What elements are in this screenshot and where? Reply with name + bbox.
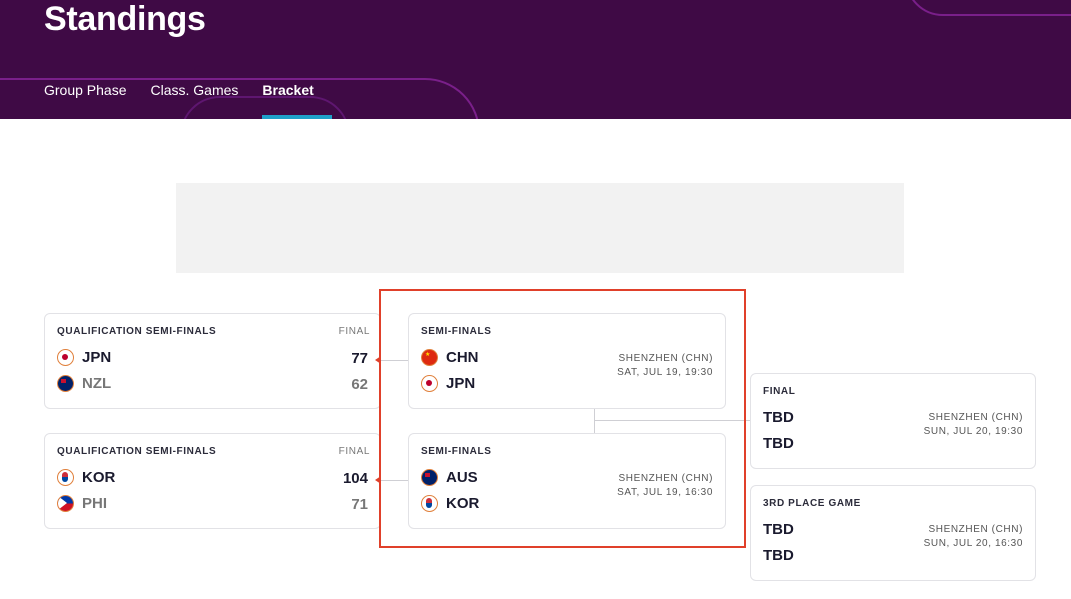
qualification-game-card[interactable]: QUALIFICATION SEMI-FINALS FINAL KOR 104 … bbox=[44, 433, 381, 529]
team-name: TBD bbox=[763, 521, 794, 538]
team-row: NZL bbox=[57, 375, 111, 392]
semifinals-highlight-box bbox=[379, 289, 746, 548]
team-name: TBD bbox=[763, 409, 794, 426]
new-zealand-flag-icon bbox=[57, 375, 74, 392]
active-tab-indicator bbox=[262, 115, 332, 119]
game-venue: SHENZHEN (CHN) bbox=[928, 524, 1023, 535]
team-score: 71 bbox=[351, 496, 368, 513]
tab-class-games[interactable]: Class. Games bbox=[151, 80, 239, 100]
team-row: KOR bbox=[57, 469, 115, 486]
team-score: 62 bbox=[351, 376, 368, 393]
game-round-label: QUALIFICATION SEMI-FINALS bbox=[57, 326, 217, 337]
game-datetime: SUN, JUL 20, 16:30 bbox=[923, 538, 1023, 549]
team-row: JPN bbox=[57, 349, 111, 366]
team-name: NZL bbox=[82, 375, 112, 392]
team-name: JPN bbox=[82, 349, 112, 366]
team-name: KOR bbox=[82, 469, 116, 486]
philippines-flag-icon bbox=[57, 495, 74, 512]
standings-tabs: Group Phase Class. Games Bracket bbox=[44, 80, 314, 100]
team-name: PHI bbox=[82, 495, 108, 512]
team-name: TBD bbox=[763, 547, 794, 564]
team-name: TBD bbox=[763, 435, 794, 452]
page-header: Standings Group Phase Class. Games Brack… bbox=[0, 0, 1071, 119]
team-row: PHI bbox=[57, 495, 107, 512]
game-round-label: FINAL bbox=[763, 386, 796, 397]
third-place-game-card[interactable]: 3RD PLACE GAME TBD TBD SHENZHEN (CHN) SU… bbox=[750, 485, 1036, 581]
game-status: FINAL bbox=[338, 326, 370, 337]
korea-flag-icon bbox=[57, 469, 74, 486]
game-round-label: QUALIFICATION SEMI-FINALS bbox=[57, 446, 217, 457]
japan-flag-icon bbox=[57, 349, 74, 366]
final-game-card[interactable]: FINAL TBD TBD SHENZHEN (CHN) SUN, JUL 20… bbox=[750, 373, 1036, 469]
game-status: FINAL bbox=[338, 446, 370, 457]
team-score: 104 bbox=[342, 470, 368, 487]
ad-placeholder bbox=[176, 183, 904, 273]
game-datetime: SUN, JUL 20, 19:30 bbox=[923, 426, 1023, 437]
game-round-label: 3RD PLACE GAME bbox=[763, 498, 861, 509]
team-score: 77 bbox=[351, 350, 368, 367]
qualification-game-card[interactable]: QUALIFICATION SEMI-FINALS FINAL JPN 77 N… bbox=[44, 313, 381, 409]
page-title: Standings bbox=[44, 0, 206, 38]
game-venue: SHENZHEN (CHN) bbox=[928, 412, 1023, 423]
tab-group-phase[interactable]: Group Phase bbox=[44, 80, 127, 100]
tab-bracket[interactable]: Bracket bbox=[262, 80, 313, 100]
header-decoration bbox=[905, 0, 1071, 16]
